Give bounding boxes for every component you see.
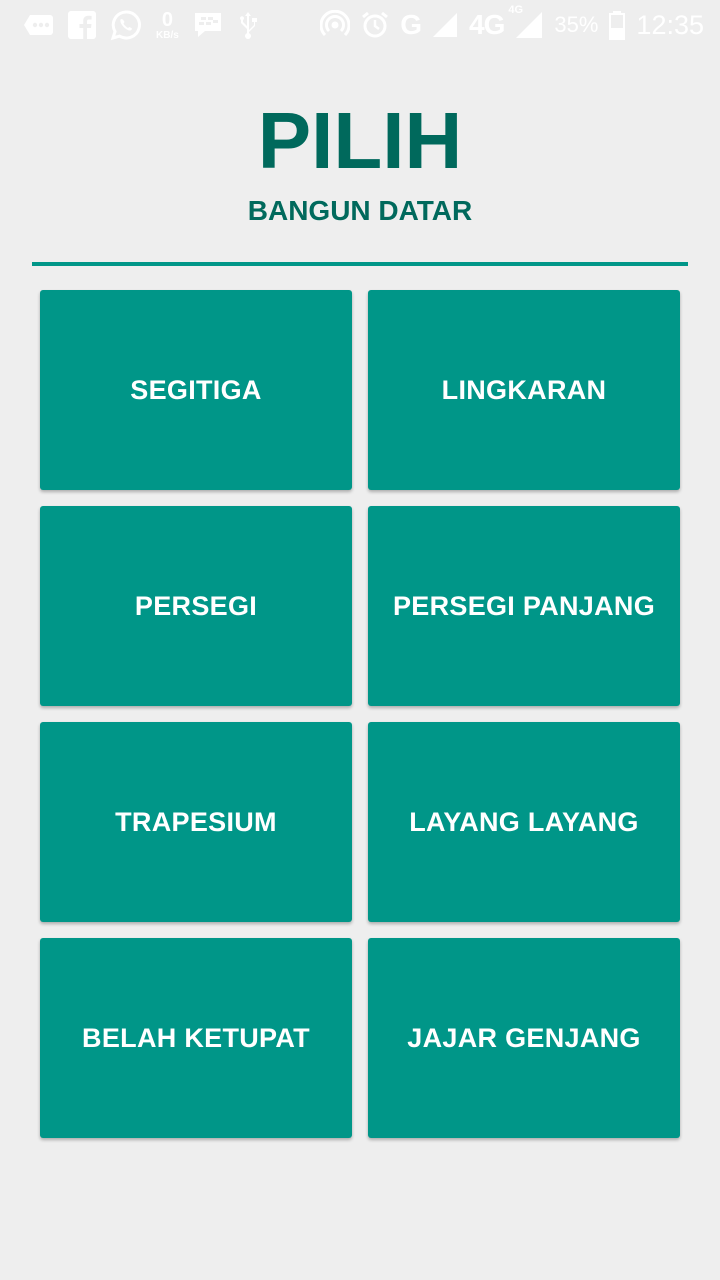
facebook-icon [68, 11, 96, 39]
persegi-panjang-button[interactable]: PERSEGI PANJANG [368, 506, 680, 706]
network-type-4g: 4G [469, 9, 505, 40]
usb-icon [237, 10, 259, 40]
bbm-icon [193, 11, 223, 39]
jajar-genjang-button[interactable]: JAJAR GENJANG [368, 938, 680, 1138]
segitiga-button[interactable]: SEGITIGA [40, 290, 352, 490]
layang-layang-button[interactable]: LAYANG LAYANG [368, 722, 680, 922]
persegi-button[interactable]: PERSEGI [40, 506, 352, 706]
alarm-icon [360, 10, 390, 40]
shape-grid: SEGITIGA LINGKARAN PERSEGI PERSEGI PANJA… [40, 290, 680, 1138]
battery-icon [608, 10, 626, 40]
status-bar-notifications: 0 KB/s [20, 8, 259, 42]
page-subtitle: BANGUN DATAR [247, 195, 473, 226]
status-bar-system: G 4G 4G 35% 12:35 [320, 4, 704, 42]
belah-ketupat-button[interactable]: BELAH KETUPAT [40, 938, 352, 1138]
network-speed-unit: KB/s [156, 29, 179, 41]
network-speed: 0 KB/s [156, 10, 179, 41]
clock: 12:35 [636, 9, 704, 40]
status-bar: 0 KB/s G 4G 4G 35% 12:35 [0, 0, 720, 50]
page-title: PILIH [257, 96, 463, 185]
signal-icon [431, 11, 459, 39]
lingkaran-button[interactable]: LINGKARAN [368, 290, 680, 490]
signal-icon: 4G [508, 4, 544, 40]
chat-icon [20, 12, 54, 38]
network-speed-value: 0 [161, 8, 173, 31]
battery-percent: 35% [554, 12, 599, 37]
hotspot-icon [320, 10, 351, 40]
network-type-g: G [400, 9, 422, 40]
header-divider [32, 262, 688, 266]
whatsapp-icon [110, 9, 142, 41]
trapesium-button[interactable]: TRAPESIUM [40, 722, 352, 922]
network-type-4g-small: 4G [508, 4, 524, 16]
